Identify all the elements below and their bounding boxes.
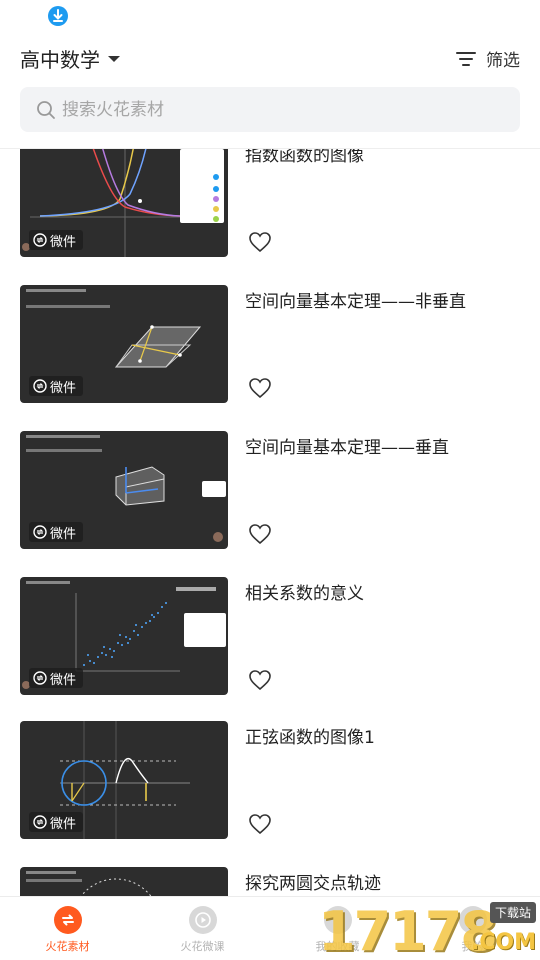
- download-icon[interactable]: [48, 6, 68, 26]
- widget-badge: 微件: [29, 812, 84, 832]
- tab-label: 火花素材: [45, 940, 90, 953]
- list-item[interactable]: 探究两圆交点轨迹: [0, 837, 540, 896]
- subject-label: 高中数学: [20, 48, 100, 72]
- widget-icon: [33, 815, 47, 829]
- filter-icon: [456, 51, 476, 66]
- widget-icon: [33, 671, 47, 685]
- search-icon: [37, 100, 55, 119]
- favorite-heart-icon[interactable]: [248, 377, 272, 399]
- item-title: 指数函数的图像: [245, 148, 364, 166]
- search-input[interactable]: [62, 99, 482, 120]
- subject-selector[interactable]: 高中数学: [20, 44, 120, 73]
- tab-spark-materials[interactable]: 火花素材: [0, 897, 135, 960]
- favorite-heart-icon[interactable]: [248, 669, 272, 691]
- thumbnail[interactable]: 微件: [20, 721, 228, 839]
- widget-icon: [33, 379, 47, 393]
- thumbnail[interactable]: 微件: [20, 431, 228, 549]
- list-item[interactable]: 微件 正弦函数的图像1: [0, 691, 540, 839]
- widget-badge: 微件: [29, 230, 84, 250]
- site-watermark: 17178 下载站 .COM: [318, 900, 540, 960]
- tab-label: 火花微课: [180, 940, 225, 953]
- item-title: 空间向量基本定理——垂直: [245, 438, 449, 458]
- thumbnail[interactable]: 微件: [20, 285, 228, 403]
- list-item[interactable]: 微件 指数函数的图像: [0, 148, 540, 257]
- two-circles-image: [26, 871, 152, 896]
- list-item[interactable]: 微件 空间向量基本定理——垂直: [0, 399, 540, 549]
- list-item[interactable]: 微件 空间向量基本定理——非垂直: [0, 253, 540, 403]
- list-item[interactable]: 微件 相关系数的意义: [0, 545, 540, 695]
- filter-label: 筛选: [486, 51, 520, 71]
- widget-badge: 微件: [29, 522, 84, 542]
- thumbnail[interactable]: [20, 867, 228, 896]
- watermark-suffix: .COM: [470, 930, 536, 955]
- filter-button[interactable]: 筛选: [456, 46, 520, 71]
- favorite-heart-icon[interactable]: [248, 231, 272, 253]
- search-bar[interactable]: [20, 87, 520, 132]
- tab-spark-lessons[interactable]: 火花微课: [135, 897, 270, 960]
- caret-down-icon: [108, 55, 120, 62]
- item-title: 空间向量基本定理——非垂直: [245, 292, 466, 312]
- widget-badge: 微件: [29, 668, 84, 688]
- header: 高中数学 筛选: [0, 34, 540, 84]
- materials-icon: [53, 906, 82, 934]
- widget-icon: [33, 525, 47, 539]
- item-title: 正弦函数的图像1: [245, 728, 375, 748]
- favorite-heart-icon[interactable]: [248, 813, 272, 835]
- widget-icon: [33, 233, 47, 247]
- widget-badge: 微件: [29, 376, 84, 396]
- thumbnail[interactable]: 微件: [20, 149, 228, 257]
- status-bar: [0, 0, 540, 34]
- favorite-heart-icon[interactable]: [248, 523, 272, 545]
- material-list: 微件 指数函数的图像 微件 空间向量基本定理——非垂直 微件 空间向量基本定理—…: [0, 148, 540, 896]
- play-icon: [188, 906, 217, 934]
- watermark-site: 下载站: [489, 902, 536, 923]
- item-title: 相关系数的意义: [245, 584, 364, 604]
- thumbnail[interactable]: 微件: [20, 577, 228, 695]
- item-title: 探究两圆交点轨迹: [245, 874, 381, 894]
- watermark-number: 17178: [318, 900, 498, 960]
